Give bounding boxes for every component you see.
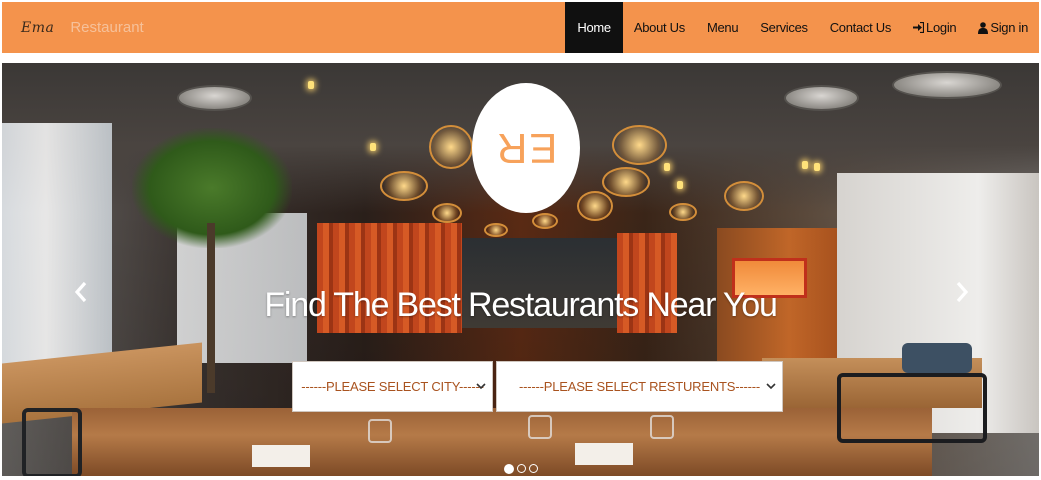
login-label: Login	[926, 20, 957, 35]
city-select[interactable]: ------PLEASE SELECT CITY------	[292, 361, 493, 412]
nav-services-link[interactable]: Services	[749, 2, 818, 53]
restaurant-select-value: ------PLEASE SELECT RESTURENTS------	[518, 379, 760, 394]
carousel-indicator-1[interactable]	[504, 463, 514, 474]
carousel-indicator-3[interactable]	[529, 464, 538, 473]
hero-title: Find The Best Restaurants Near You	[264, 286, 778, 324]
top-navbar: Ema Restaurant Home About Us Menu Servic…	[2, 2, 1039, 53]
carousel-indicators	[504, 463, 538, 474]
nav-home-link[interactable]: Home	[565, 2, 623, 53]
er-logo: ER	[472, 83, 580, 213]
er-logo-text: ER	[494, 125, 558, 172]
brand-logo[interactable]: Ema Restaurant	[21, 19, 144, 36]
user-icon	[978, 21, 989, 34]
signin-label: Sign in	[990, 20, 1028, 35]
brand-word-text: Restaurant	[70, 19, 144, 36]
nav-contact-link[interactable]: Contact Us	[819, 2, 902, 53]
chevron-down-icon	[476, 379, 486, 390]
chevron-down-icon	[766, 379, 776, 390]
nav-about-link[interactable]: About Us	[623, 2, 696, 53]
hero-carousel: ER Find The Best Restaurants Near You --…	[2, 63, 1039, 476]
restaurant-select[interactable]: ------PLEASE SELECT RESTURENTS------	[496, 361, 783, 412]
login-arrow-icon	[913, 22, 925, 33]
carousel-prev-button[interactable]	[71, 280, 91, 310]
chevron-left-icon	[74, 281, 88, 310]
carousel-next-button[interactable]	[952, 280, 972, 310]
chevron-right-icon	[955, 281, 969, 310]
brand-script-text: Ema	[21, 20, 55, 36]
city-select-value: ------PLEASE SELECT CITY------	[301, 379, 484, 394]
nav-menu: Home About Us Menu Services Contact Us L…	[565, 2, 1039, 53]
nav-login-link[interactable]: Login	[902, 2, 967, 53]
nav-menu-link[interactable]: Menu	[696, 2, 749, 53]
nav-signin-link[interactable]: Sign in	[967, 2, 1039, 53]
carousel-indicator-2[interactable]	[517, 464, 526, 473]
